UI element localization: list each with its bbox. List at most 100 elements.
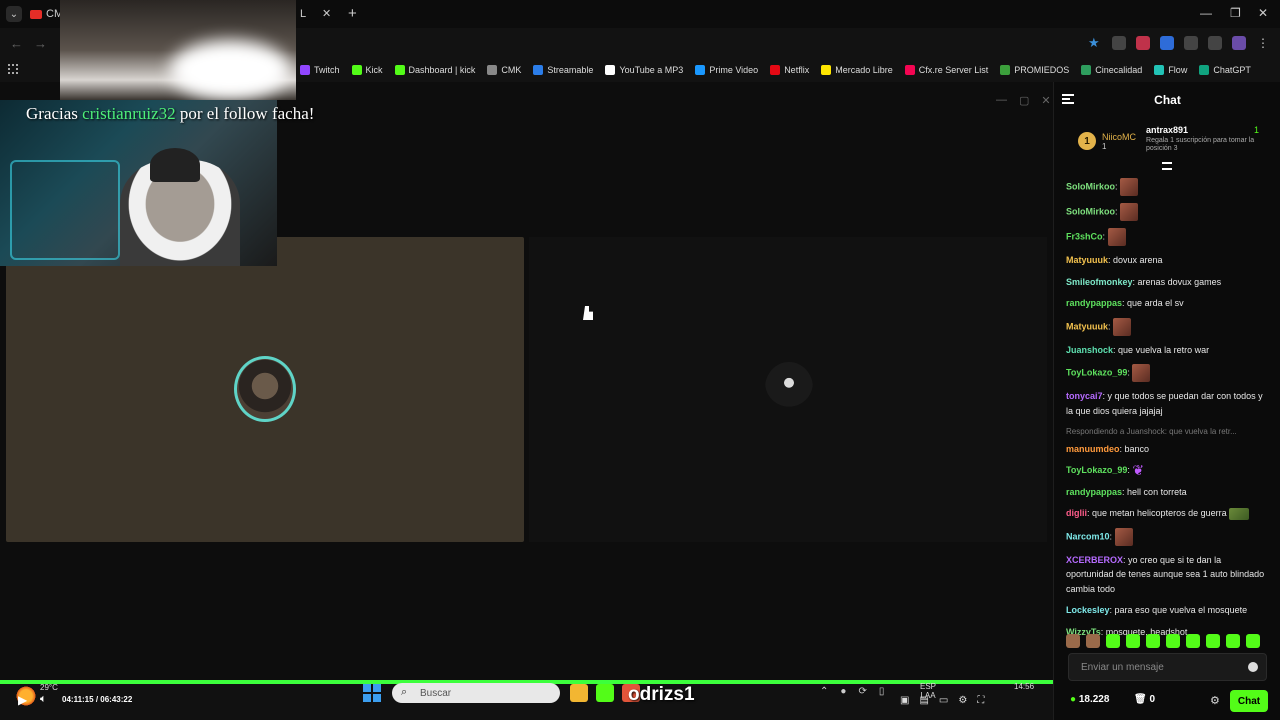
bookmark-item[interactable]: Cfx.re Server List (904, 65, 988, 75)
tray-app-icon[interactable]: ▯ (879, 686, 885, 697)
bookmark-item[interactable]: Dashboard | kick (394, 65, 475, 75)
emote-icon[interactable] (1146, 634, 1160, 648)
emoji-icon[interactable] (1248, 662, 1258, 672)
kick-icon[interactable] (596, 684, 614, 702)
apps-grid-icon[interactable] (8, 64, 18, 74)
bookmark-item[interactable]: YouTube a MP3 (605, 65, 683, 75)
collapse-chat-icon[interactable] (1062, 94, 1074, 104)
back-icon[interactable]: ← (10, 36, 23, 51)
bookmark-item[interactable]: Cinecalidad (1081, 65, 1142, 75)
bookmark-item[interactable]: PROMIEDOS (1000, 65, 1069, 75)
close-icon[interactable]: ✕ (1041, 94, 1050, 107)
chat-username[interactable]: Smileofmonkey (1066, 277, 1133, 287)
chat-username[interactable]: SoloMirkoo (1066, 206, 1115, 216)
chat-username[interactable]: Matyuuuk (1066, 255, 1108, 265)
emote-icon[interactable] (1106, 634, 1120, 648)
play-icon[interactable]: ▶ (18, 693, 27, 707)
emote-icon[interactable] (1226, 634, 1240, 648)
chat-username[interactable]: SoloMirkoo (1066, 181, 1115, 191)
chat-username[interactable]: Fr3shCo (1066, 231, 1103, 241)
trash-count[interactable]: 🗑︎ 0 (1134, 694, 1155, 705)
follow-alert: Gracias cristianruiz32 por el follow fac… (26, 104, 315, 123)
new-tab-icon[interactable]: + (348, 5, 357, 22)
bookmark-item[interactable]: Streamable (533, 65, 593, 75)
chat-message: Respondiendo a Juanshock: que vuelva la … (1066, 425, 1269, 456)
bookmark-item[interactable]: CMK (487, 65, 521, 75)
emote-icon[interactable] (1066, 634, 1080, 648)
minimize-icon[interactable]: — (1200, 6, 1212, 20)
profile-icon[interactable] (1232, 36, 1246, 50)
bookmark-item[interactable]: Twitch (300, 65, 340, 75)
menu-kebab-icon[interactable]: ⋮ (1256, 36, 1270, 50)
emote-icon[interactable] (1186, 634, 1200, 648)
bookmark-favicon-icon (533, 65, 544, 75)
chat-username[interactable]: Narcom10 (1066, 531, 1110, 541)
fullscreen-icon[interactable]: ⛶ (977, 695, 984, 706)
maximize-icon[interactable]: ▢ (1019, 94, 1029, 107)
cc-icon[interactable]: ▤ (919, 695, 928, 706)
bookmark-item[interactable]: Kick (351, 65, 383, 75)
emote-icon[interactable] (1126, 634, 1140, 648)
chat-username[interactable]: ToyLokazo_99 (1066, 367, 1127, 377)
chat-text: que vuelva la retro war (1118, 344, 1210, 355)
chat-message-input[interactable]: Enviar un mensaje (1068, 653, 1267, 681)
chat-username[interactable]: randypappas (1066, 487, 1122, 497)
chat-username[interactable]: Matyuuuk (1066, 321, 1108, 331)
bookmark-item[interactable]: Prime Video (695, 65, 758, 75)
tab-search-button[interactable]: ⌄ (6, 6, 22, 22)
restore-icon[interactable]: ❐ (1230, 6, 1241, 20)
forward-icon[interactable]: → (34, 36, 47, 51)
tab-close-icon[interactable]: ✕ (322, 7, 331, 20)
tray-app-icon[interactable]: ● (840, 686, 846, 697)
chat-username[interactable]: ToyLokazo_99 (1066, 465, 1127, 475)
chat-username[interactable]: Lockesley (1066, 605, 1110, 615)
extensions-puzzle-icon[interactable] (1184, 36, 1198, 50)
channel-points[interactable]: ● 18.228 (1070, 694, 1109, 705)
bookmark-favicon-icon (821, 65, 832, 75)
tray-app-icon[interactable]: ⟳ (858, 686, 866, 697)
playlist-icon[interactable] (1208, 36, 1222, 50)
bookmark-item[interactable]: Flow (1154, 65, 1187, 75)
chat-settings-icon[interactable]: ⚙ (1210, 694, 1220, 707)
emote-icon[interactable] (1246, 634, 1260, 648)
chat-username[interactable]: XCERBEROX (1066, 555, 1123, 565)
sort-icon[interactable] (1162, 162, 1172, 170)
chat-username[interactable]: Juanshock (1066, 345, 1113, 355)
taskbar-search[interactable]: ⌕ Buscar (392, 683, 560, 703)
opponent-avatar[interactable] (765, 362, 813, 414)
bookmark-item[interactable]: ChatGPT (1199, 65, 1251, 75)
chat-username[interactable]: diglii (1066, 508, 1087, 518)
windows-start-icon[interactable] (363, 684, 381, 702)
volume-icon[interactable]: 🔈︎ (40, 693, 47, 706)
chat-message: tonycai7: y que todos se puedan dar con … (1066, 391, 1263, 416)
emote-icon[interactable] (1086, 634, 1100, 648)
bookmark-star-icon[interactable]: ★ (1088, 36, 1102, 50)
emote-icon: ❦ (1132, 462, 1145, 479)
player-avatar[interactable] (234, 356, 296, 422)
chat-username[interactable]: randypappas (1066, 298, 1122, 308)
timecode: 04:11:15 / 06:43:22 (62, 695, 133, 704)
minimize-icon[interactable]: — (996, 94, 1007, 107)
bookmark-item[interactable]: Netflix (770, 65, 809, 75)
chat-username[interactable]: manuumdeo (1066, 444, 1120, 454)
leader-second[interactable]: antrax891 Regala 1 suscripción para toma… (1146, 125, 1266, 153)
chat-send-button[interactable]: Chat (1230, 690, 1268, 712)
bookmark-favicon-icon (487, 65, 498, 75)
chat-username[interactable]: tonycai7 (1066, 391, 1103, 401)
chat-message: Narcom10: (1066, 527, 1269, 546)
extension-icon[interactable] (1136, 36, 1150, 50)
chat-message: diglii: que metan helicopteros de guerra (1066, 506, 1269, 521)
bookmark-item[interactable]: Mercado Libre (821, 65, 893, 75)
close-window-icon[interactable]: ✕ (1258, 6, 1268, 20)
extension-icon[interactable] (1112, 36, 1126, 50)
file-explorer-icon[interactable] (570, 684, 588, 702)
extension-icon[interactable] (1160, 36, 1174, 50)
leader-first[interactable]: NiicoMC 1 (1102, 132, 1136, 151)
theater-icon[interactable]: ▭ (939, 695, 948, 706)
chevron-up-icon[interactable]: ⌃ (820, 686, 828, 697)
chat-header: Chat (1054, 82, 1280, 118)
settings-icon[interactable]: ⚙ (958, 695, 967, 706)
emote-icon[interactable] (1166, 634, 1180, 648)
miniplayer-icon[interactable]: ▣ (900, 695, 909, 706)
emote-icon[interactable] (1206, 634, 1220, 648)
